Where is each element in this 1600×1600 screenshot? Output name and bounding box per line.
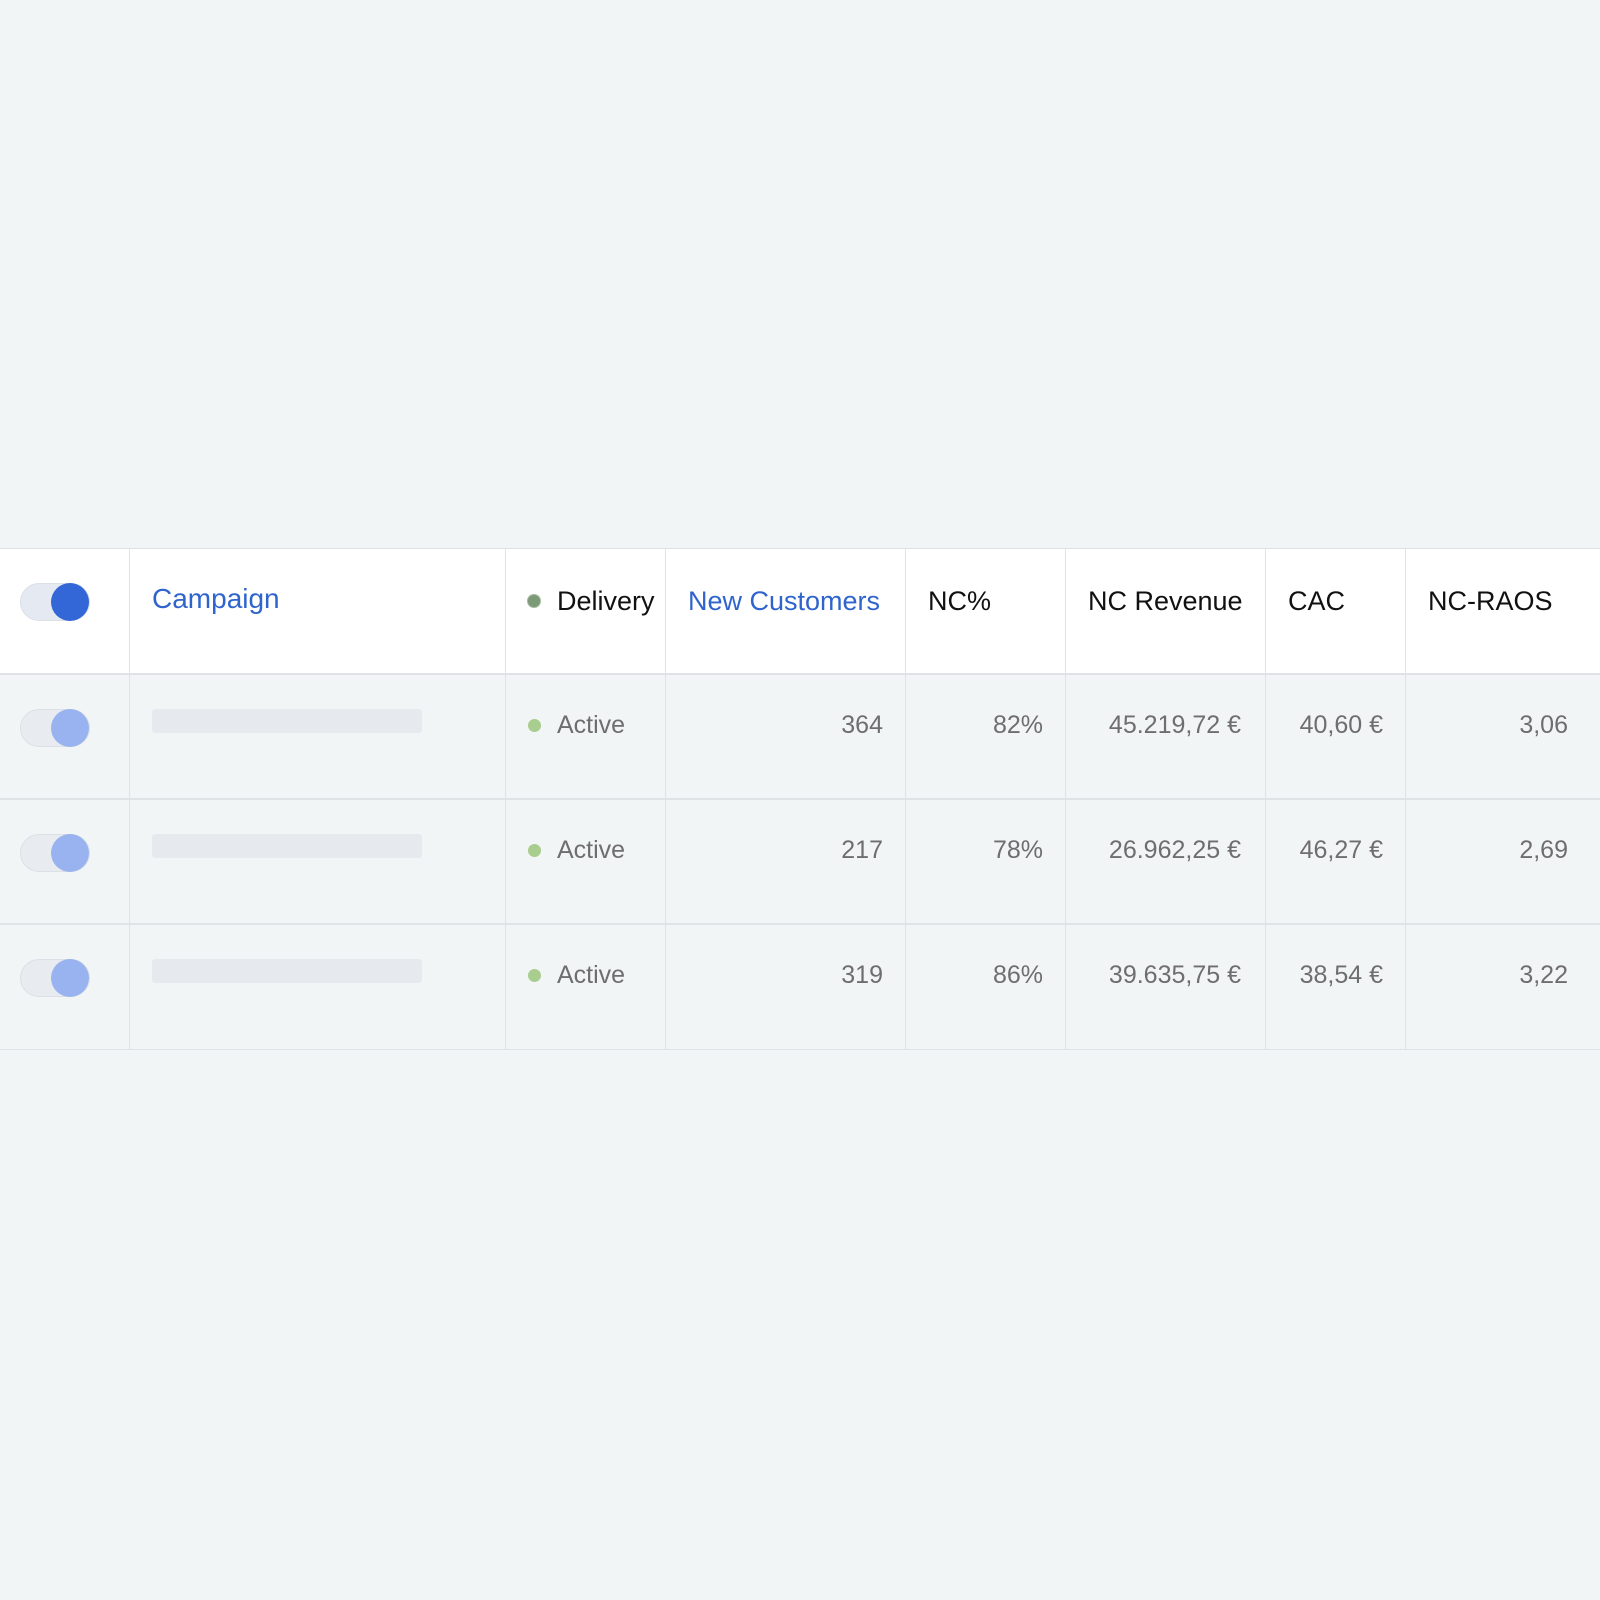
nc-pct-value: 86% — [992, 961, 1043, 989]
delivery-cell: Active — [506, 925, 666, 1049]
column-header-delivery[interactable]: Delivery — [557, 585, 655, 617]
campaign-toggle[interactable] — [20, 959, 90, 997]
new-customers-cell: 319 — [666, 925, 906, 1049]
header-nc-raos-cell[interactable]: NC-RAOS — [1406, 549, 1600, 673]
delivery-status: Active — [557, 961, 626, 989]
cac-value: 46,27 € — [1299, 836, 1383, 864]
column-header-nc-revenue[interactable]: NC Revenue — [1088, 585, 1243, 617]
delivery-cell: Active — [506, 675, 666, 798]
nc-raos-cell: 3,06 — [1406, 675, 1600, 798]
campaign-name-placeholder[interactable] — [152, 834, 422, 858]
nc-revenue-value: 45.219,72 € — [1108, 711, 1241, 739]
row-toggle-cell — [0, 925, 130, 1049]
header-nc-pct-cell[interactable]: NC% — [906, 549, 1066, 673]
toggle-knob — [51, 709, 89, 747]
column-header-nc-pct[interactable]: NC% — [928, 585, 991, 617]
active-dot-icon — [528, 843, 541, 857]
header-toggle-cell — [0, 549, 130, 673]
nc-pct-cell: 82% — [906, 675, 1066, 798]
campaign-cell[interactable] — [130, 800, 506, 923]
campaign-cell[interactable] — [130, 925, 506, 1049]
nc-raos-value: 3,22 — [1519, 961, 1568, 989]
nc-raos-value: 2,69 — [1519, 836, 1568, 864]
new-customers-value: 364 — [841, 711, 883, 739]
header-nc-revenue-cell[interactable]: NC Revenue — [1066, 549, 1266, 673]
header-cac-cell[interactable]: CAC — [1266, 549, 1406, 673]
delivery-cell: Active — [506, 800, 666, 923]
active-dot-icon — [528, 718, 541, 732]
nc-revenue-cell: 45.219,72 € — [1066, 675, 1266, 798]
row-toggle-cell — [0, 800, 130, 923]
column-header-new-customers[interactable]: New Customers — [688, 585, 880, 617]
nc-pct-value: 82% — [992, 711, 1043, 739]
cac-cell: 46,27 € — [1266, 800, 1406, 923]
status-dot-icon — [528, 595, 540, 607]
active-dot-icon — [528, 968, 541, 982]
toggle-knob — [51, 959, 89, 997]
nc-pct-cell: 78% — [906, 800, 1066, 923]
nc-raos-cell: 3,22 — [1406, 925, 1600, 1049]
delivery-status: Active — [557, 711, 626, 739]
header-campaign-cell[interactable]: Campaign — [130, 549, 506, 673]
campaign-table: Campaign Delivery New Customers NC% NC R… — [0, 548, 1600, 1050]
campaign-name-placeholder[interactable] — [152, 709, 422, 733]
campaign-toggle[interactable] — [20, 834, 90, 872]
row-toggle-cell — [0, 675, 130, 798]
cac-value: 40,60 € — [1299, 711, 1383, 739]
nc-revenue-cell: 26.962,25 € — [1066, 800, 1266, 923]
column-header-cac[interactable]: CAC — [1288, 585, 1345, 617]
column-header-campaign[interactable]: Campaign — [152, 583, 280, 615]
cac-cell: 38,54 € — [1266, 925, 1406, 1049]
nc-raos-value: 3,06 — [1519, 711, 1568, 739]
campaign-cell[interactable] — [130, 675, 506, 798]
nc-revenue-value: 26.962,25 € — [1108, 836, 1241, 864]
campaign-name-placeholder[interactable] — [152, 959, 422, 983]
cac-cell: 40,60 € — [1266, 675, 1406, 798]
nc-pct-value: 78% — [992, 836, 1043, 864]
table-row[interactable]: Active 217 78% 26.962,25 € 46,27 € 2,69 — [0, 800, 1600, 925]
master-toggle[interactable] — [20, 583, 90, 621]
nc-raos-cell: 2,69 — [1406, 800, 1600, 923]
delivery-status: Active — [557, 836, 626, 864]
nc-revenue-cell: 39.635,75 € — [1066, 925, 1266, 1049]
table-header-row: Campaign Delivery New Customers NC% NC R… — [0, 549, 1600, 675]
campaign-toggle[interactable] — [20, 709, 90, 747]
table-row[interactable]: Active 319 86% 39.635,75 € 38,54 € 3,22 — [0, 925, 1600, 1050]
nc-revenue-value: 39.635,75 € — [1108, 961, 1241, 989]
toggle-knob — [51, 583, 89, 621]
table-row[interactable]: Active 364 82% 45.219,72 € 40,60 € 3,06 — [0, 675, 1600, 800]
new-customers-cell: 364 — [666, 675, 906, 798]
new-customers-cell: 217 — [666, 800, 906, 923]
header-new-customers-cell[interactable]: New Customers — [666, 549, 906, 673]
cac-value: 38,54 € — [1299, 961, 1383, 989]
new-customers-value: 217 — [841, 836, 883, 864]
column-header-nc-raos[interactable]: NC-RAOS — [1428, 585, 1553, 617]
toggle-knob — [51, 834, 89, 872]
nc-pct-cell: 86% — [906, 925, 1066, 1049]
header-delivery-cell[interactable]: Delivery — [506, 549, 666, 673]
new-customers-value: 319 — [841, 961, 883, 989]
